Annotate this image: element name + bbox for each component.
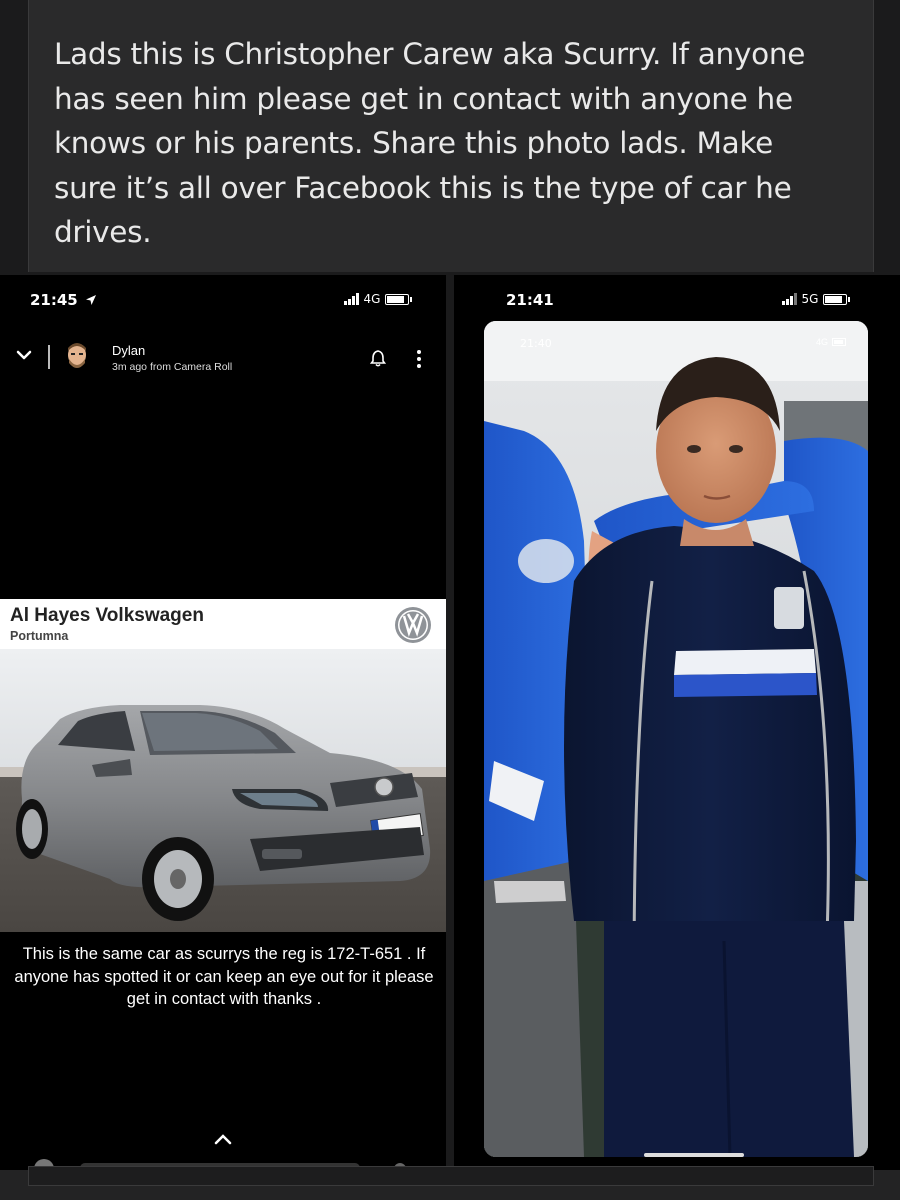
- avatar[interactable]: [62, 341, 92, 373]
- network-label: 4G: [363, 292, 381, 306]
- header-divider: [48, 345, 50, 369]
- screenshot-divider: [446, 275, 454, 1170]
- post-footer-bar: [28, 1166, 874, 1186]
- dealer-name: Al Hayes Volkswagen: [10, 605, 204, 626]
- car-photo: [0, 649, 446, 932]
- person-photo-image: [484, 321, 868, 1157]
- location-arrow-icon: [85, 295, 96, 305]
- dealer-ad-card: Al Hayes Volkswagen Portumna: [0, 599, 446, 932]
- story-username[interactable]: Dylan: [112, 343, 145, 358]
- vw-logo-icon: [388, 603, 438, 647]
- network-label: 5G: [801, 292, 819, 306]
- chevron-up-icon[interactable]: [213, 1133, 233, 1145]
- signal-icon: [782, 293, 797, 305]
- home-indicator: [644, 1153, 744, 1157]
- more-icon[interactable]: [416, 349, 422, 369]
- person-photo: 21:40 4G: [484, 321, 868, 1157]
- inner-network-label: 4G: [815, 337, 828, 347]
- inner-status-indicators: 4G: [816, 337, 848, 347]
- battery-icon: [832, 338, 846, 346]
- signal-icon: [344, 293, 359, 305]
- battery-icon: [823, 293, 851, 305]
- status-time: 21:41: [506, 291, 554, 309]
- battery-icon: [385, 293, 413, 305]
- status-time: 21:45: [30, 291, 97, 309]
- right-screenshot: 21:41 5G 21:40 4G: [454, 275, 900, 1170]
- status-indicators: 4G: [344, 292, 413, 306]
- story-header: Dylan 3m ago from Camera Roll: [12, 341, 442, 381]
- inner-status-time: 21:40: [520, 337, 552, 350]
- dealer-location: Portumna: [10, 629, 69, 643]
- car-caption-text: This is the same car as scurrys the reg …: [14, 945, 434, 1008]
- left-screenshot: 21:45 4G Dylan 3m ago from Camera Roll A…: [0, 275, 446, 1170]
- status-indicators: 5G: [782, 292, 851, 306]
- post-text: Lads this is Christopher Carew aka Scurr…: [54, 37, 806, 250]
- bell-icon[interactable]: [370, 349, 386, 367]
- chevron-down-icon[interactable]: [16, 347, 32, 363]
- story-subtitle: 3m ago from Camera Roll: [112, 361, 233, 373]
